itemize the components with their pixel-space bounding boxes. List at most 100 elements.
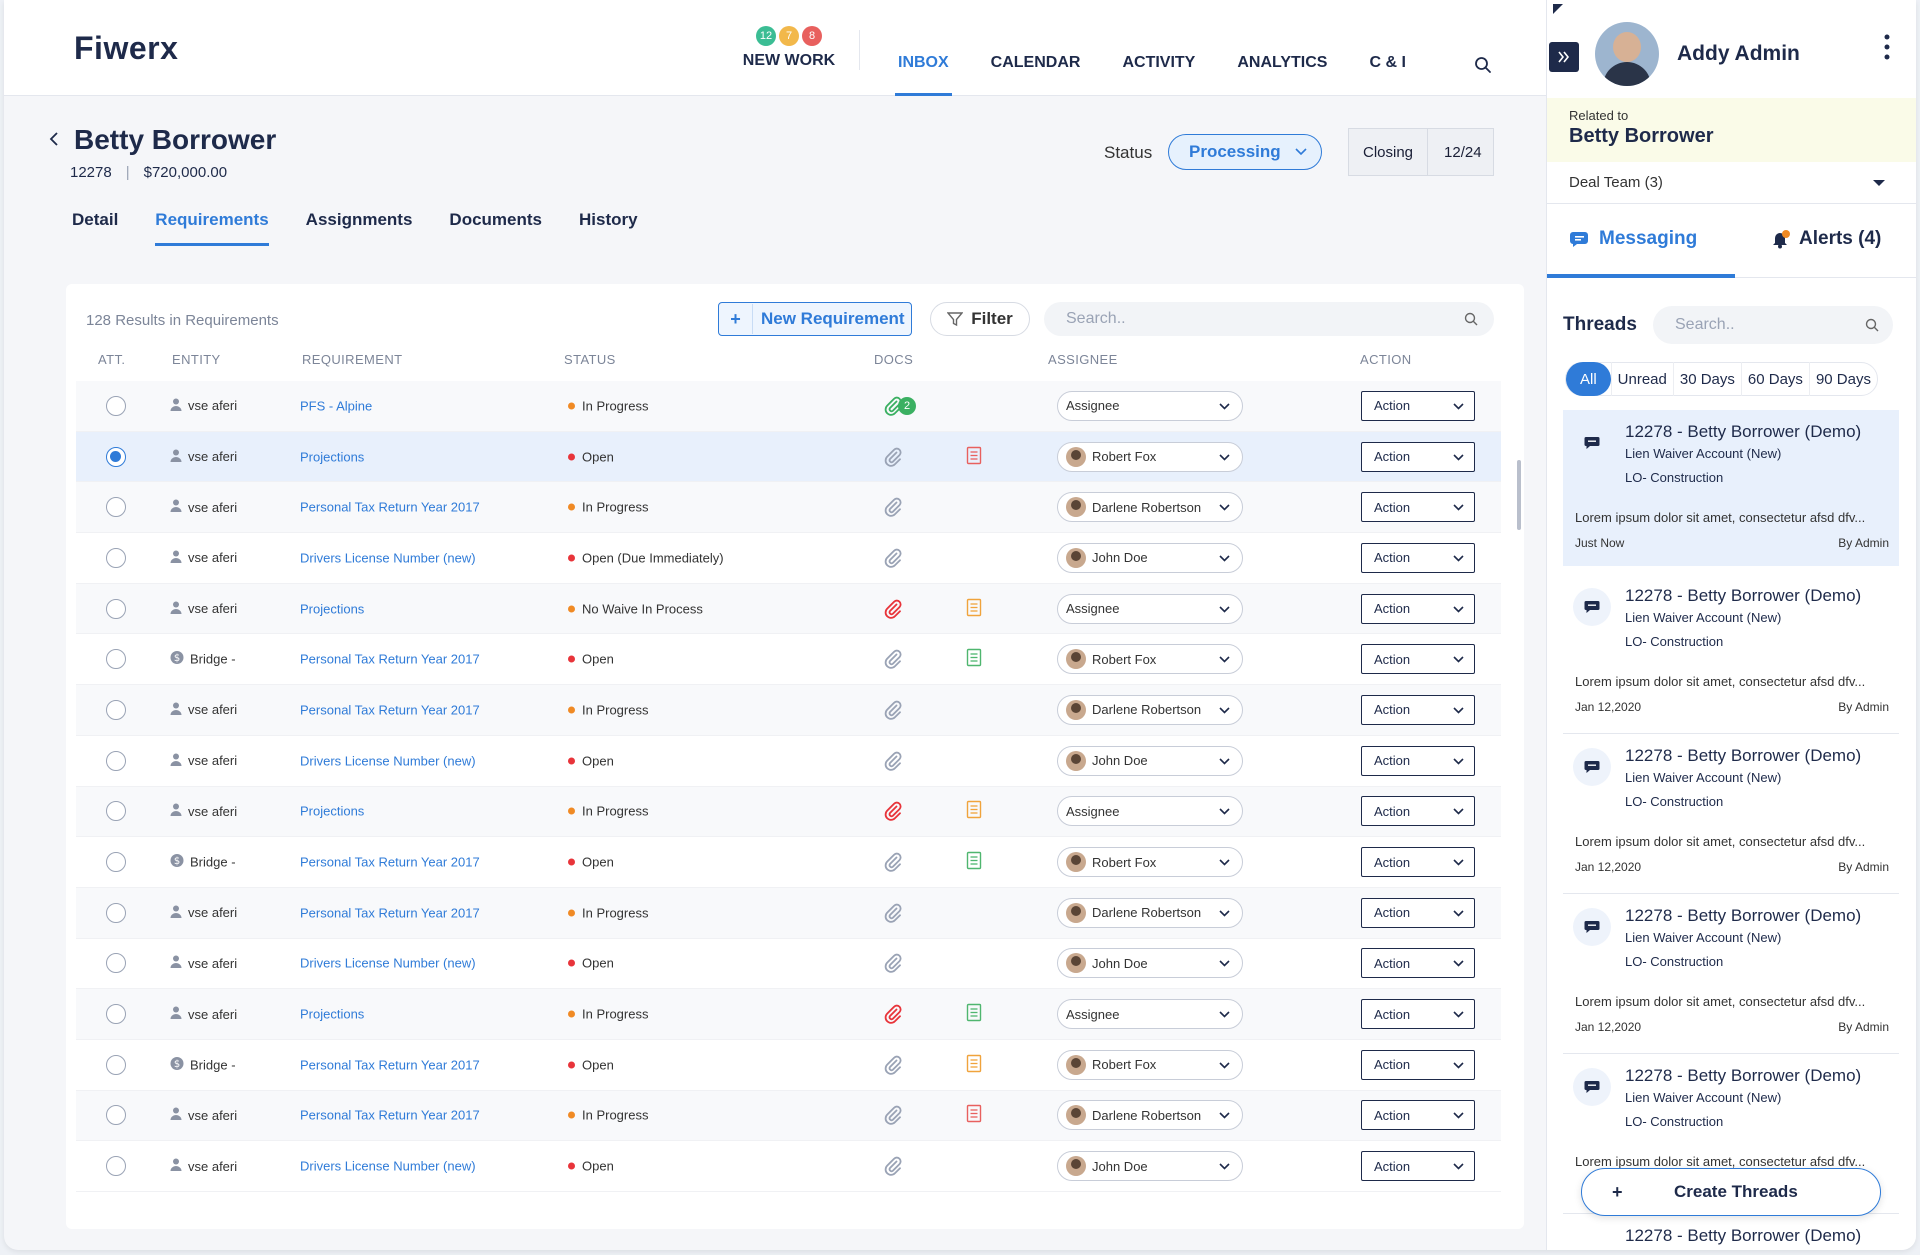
col-docs[interactable]: DOCS bbox=[874, 352, 913, 367]
row-radio[interactable] bbox=[106, 598, 126, 619]
new-requirement-button[interactable]: + New Requirement bbox=[718, 302, 912, 336]
table-row[interactable]: vse aferi Projections In Progress Assignee A… bbox=[76, 786, 1501, 838]
table-row[interactable]: $ Bridge - Personal Tax Return Year 2017 Op… bbox=[76, 634, 1501, 686]
action-dropdown[interactable]: Action bbox=[1361, 745, 1475, 776]
table-row[interactable]: vse aferi Personal Tax Return Year 2017 In… bbox=[76, 1090, 1501, 1142]
row-radio[interactable] bbox=[106, 1105, 126, 1126]
thread-item[interactable]: 12278 - Betty Borrower (Demo) Lien Waiver… bbox=[1563, 734, 1899, 894]
requirement-link[interactable]: Drivers License Number (new) bbox=[300, 550, 476, 565]
attachment-icon[interactable] bbox=[882, 547, 904, 569]
tab-alerts[interactable]: Alerts (4) bbox=[1771, 228, 1881, 250]
filter-unread[interactable]: Unread bbox=[1610, 362, 1673, 396]
row-radio[interactable] bbox=[106, 395, 126, 416]
table-row[interactable]: vse aferi Personal Tax Return Year 2017 In… bbox=[76, 685, 1501, 736]
deal-team-dropdown[interactable]: Deal Team (3) bbox=[1547, 162, 1916, 204]
tab-messaging[interactable]: Messaging bbox=[1569, 228, 1697, 250]
attachment-icon[interactable] bbox=[882, 750, 904, 772]
assignee-dropdown[interactable]: John Doe bbox=[1057, 948, 1243, 979]
requirement-link[interactable]: Personal Tax Return Year 2017 bbox=[300, 500, 480, 515]
filter-all[interactable]: All bbox=[1566, 362, 1611, 396]
table-row[interactable]: $ Bridge - Personal Tax Return Year 2017 Op… bbox=[76, 837, 1501, 888]
requirement-link[interactable]: Projections bbox=[300, 804, 364, 819]
action-dropdown[interactable]: Action bbox=[1361, 390, 1475, 421]
row-radio[interactable] bbox=[106, 801, 126, 822]
requirement-link[interactable]: Personal Tax Return Year 2017 bbox=[300, 1108, 480, 1123]
action-dropdown[interactable]: Action bbox=[1361, 694, 1475, 725]
document-icon[interactable] bbox=[966, 1104, 982, 1126]
requirement-link[interactable]: PFS - Alpine bbox=[300, 398, 372, 413]
col-assignee[interactable]: ASSIGNEE bbox=[1048, 352, 1118, 367]
attachment-icon[interactable]: 2 bbox=[882, 395, 916, 417]
action-dropdown[interactable]: Action bbox=[1361, 897, 1475, 928]
row-radio[interactable] bbox=[106, 547, 126, 568]
nav-link-analytics[interactable]: ANALYTICS bbox=[1237, 0, 1327, 96]
assignee-dropdown[interactable]: John Doe bbox=[1057, 542, 1243, 573]
attachment-icon[interactable] bbox=[882, 902, 904, 924]
nav-link-inbox[interactable]: INBOX bbox=[895, 0, 952, 96]
assignee-dropdown[interactable]: Robert Fox bbox=[1057, 644, 1243, 675]
assignee-dropdown[interactable]: Assignee bbox=[1057, 390, 1243, 421]
table-row[interactable]: vse aferi Drivers License Number (new) Ope… bbox=[76, 736, 1501, 787]
document-icon[interactable] bbox=[966, 851, 982, 873]
action-dropdown[interactable]: Action bbox=[1361, 542, 1475, 573]
thread-search-input[interactable] bbox=[1653, 306, 1853, 344]
row-radio[interactable] bbox=[106, 446, 126, 467]
filter-90-days[interactable]: 90 Days bbox=[1808, 362, 1877, 396]
nav-link-c-i[interactable]: C & I bbox=[1369, 0, 1405, 96]
action-dropdown[interactable]: Action bbox=[1361, 847, 1475, 878]
search-icon[interactable] bbox=[1865, 318, 1879, 332]
requirement-link[interactable]: Drivers License Number (new) bbox=[300, 1159, 476, 1174]
new-work-nav[interactable]: 12 7 8 NEW WORK bbox=[734, 26, 844, 70]
attachment-icon[interactable] bbox=[882, 1054, 904, 1076]
document-icon[interactable] bbox=[966, 1003, 982, 1025]
assignee-dropdown[interactable]: Assignee bbox=[1057, 999, 1243, 1030]
tab-documents[interactable]: Documents bbox=[449, 210, 542, 246]
avatar[interactable] bbox=[1595, 22, 1659, 86]
col-att[interactable]: ATT. bbox=[98, 352, 125, 367]
row-radio[interactable] bbox=[106, 1004, 126, 1025]
tab-detail[interactable]: Detail bbox=[72, 210, 118, 246]
attachment-icon[interactable] bbox=[882, 648, 904, 670]
nav-link-calendar[interactable]: CALENDAR bbox=[991, 0, 1081, 96]
row-radio[interactable] bbox=[106, 953, 126, 974]
assignee-dropdown[interactable]: Robert Fox bbox=[1057, 847, 1243, 878]
attachment-icon[interactable] bbox=[882, 851, 904, 873]
tab-requirements[interactable]: Requirements bbox=[155, 210, 270, 246]
attachment-icon[interactable] bbox=[882, 446, 904, 468]
row-radio[interactable] bbox=[106, 699, 126, 720]
assignee-dropdown[interactable]: Assignee bbox=[1057, 593, 1243, 624]
row-radio[interactable] bbox=[106, 750, 126, 771]
row-radio[interactable] bbox=[106, 497, 126, 518]
requirement-link[interactable]: Personal Tax Return Year 2017 bbox=[300, 702, 480, 717]
row-radio[interactable] bbox=[106, 649, 126, 670]
requirement-link[interactable]: Drivers License Number (new) bbox=[300, 753, 476, 768]
action-dropdown[interactable]: Action bbox=[1361, 644, 1475, 675]
attachment-icon[interactable] bbox=[882, 952, 904, 974]
assignee-dropdown[interactable]: Darlene Robertson bbox=[1057, 1100, 1243, 1131]
collapse-panel-button[interactable] bbox=[1549, 42, 1579, 72]
nav-link-activity[interactable]: ACTIVITY bbox=[1122, 0, 1195, 96]
assignee-dropdown[interactable]: Darlene Robertson bbox=[1057, 492, 1243, 523]
action-dropdown[interactable]: Action bbox=[1361, 999, 1475, 1030]
col-action[interactable]: ACTION bbox=[1360, 352, 1412, 367]
thread-title-peek[interactable]: 12278 - Betty Borrower (Demo) bbox=[1625, 1226, 1861, 1246]
thread-item[interactable]: 12278 - Betty Borrower (Demo) Lien Waiver… bbox=[1563, 574, 1899, 734]
table-row[interactable]: vse aferi Personal Tax Return Year 2017 In… bbox=[76, 887, 1501, 939]
row-radio[interactable] bbox=[106, 902, 126, 923]
table-row[interactable]: $ Bridge - Personal Tax Return Year 2017 Op… bbox=[76, 1040, 1501, 1091]
filter-60-days[interactable]: 60 Days bbox=[1740, 362, 1809, 396]
table-row[interactable]: vse aferi Drivers License Number (new) Ope… bbox=[76, 533, 1501, 584]
row-radio[interactable] bbox=[106, 1054, 126, 1075]
action-dropdown[interactable]: Action bbox=[1361, 593, 1475, 624]
tab-history[interactable]: History bbox=[579, 210, 638, 246]
requirement-link[interactable]: Projections bbox=[300, 449, 364, 464]
assignee-dropdown[interactable]: Darlene Robertson bbox=[1057, 897, 1243, 928]
table-row[interactable]: vse aferi Projections No Waive In Process A… bbox=[76, 583, 1501, 635]
attachment-icon[interactable] bbox=[882, 800, 904, 822]
table-row[interactable]: vse aferi Drivers License Number (new) Ope… bbox=[76, 1141, 1501, 1192]
requirement-link[interactable]: Personal Tax Return Year 2017 bbox=[300, 1057, 480, 1072]
col-requirement[interactable]: REQUIREMENT bbox=[302, 352, 402, 367]
action-dropdown[interactable]: Action bbox=[1361, 1049, 1475, 1080]
document-icon[interactable] bbox=[966, 1054, 982, 1076]
action-dropdown[interactable]: Action bbox=[1361, 1100, 1475, 1131]
